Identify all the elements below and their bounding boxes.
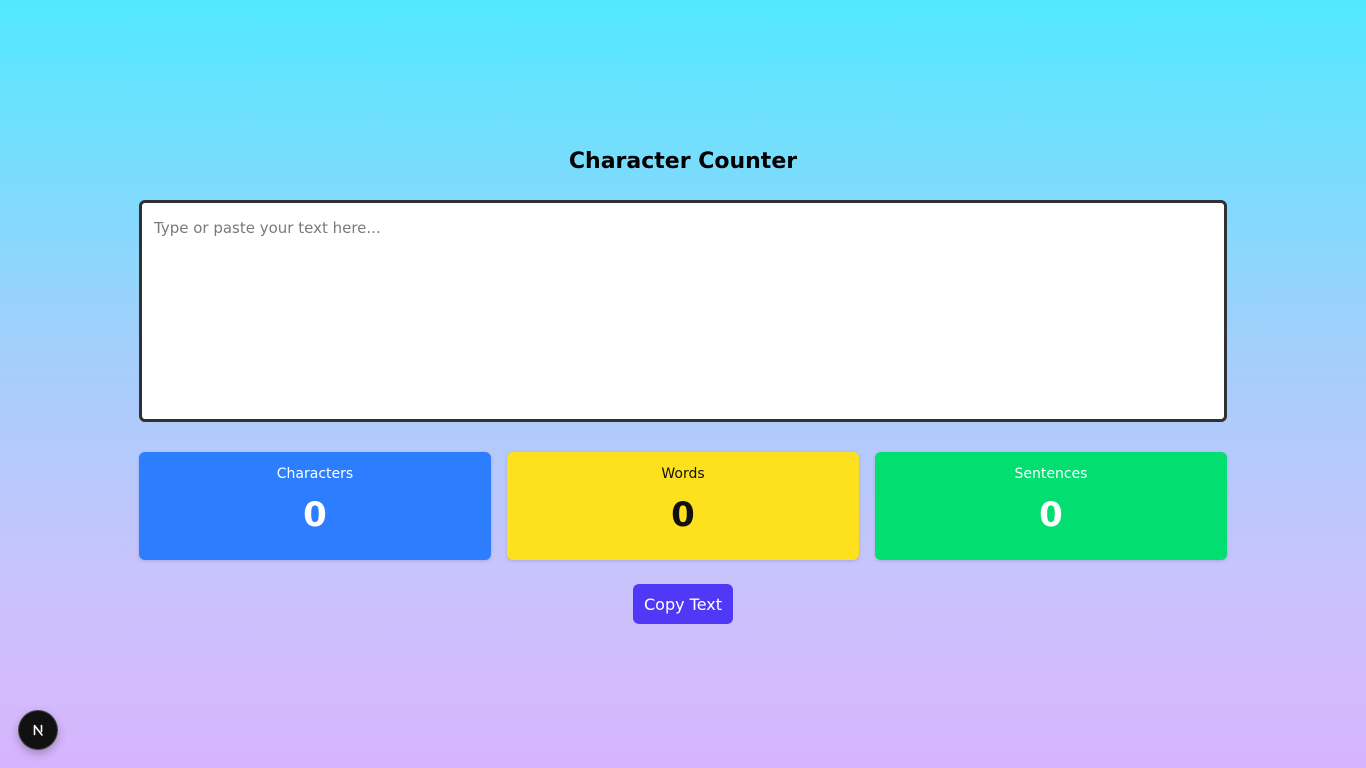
words-stat-card: Words 0 [507,452,859,560]
sentences-count: 0 [1039,495,1063,535]
stats-row: Characters 0 Words 0 Sentences 0 [139,452,1227,560]
words-label: Words [661,466,705,482]
nextjs-logo-icon [28,720,48,740]
text-input[interactable] [139,200,1227,422]
characters-stat-card: Characters 0 [139,452,491,560]
sentences-stat-card: Sentences 0 [875,452,1227,560]
characters-label: Characters [276,466,354,482]
page-title: Character Counter [568,149,798,174]
nextjs-dev-badge[interactable] [19,711,57,749]
sentences-label: Sentences [1014,466,1088,482]
characters-count: 0 [303,495,327,535]
words-count: 0 [671,495,695,535]
copy-text-button[interactable]: Copy Text [633,584,733,624]
